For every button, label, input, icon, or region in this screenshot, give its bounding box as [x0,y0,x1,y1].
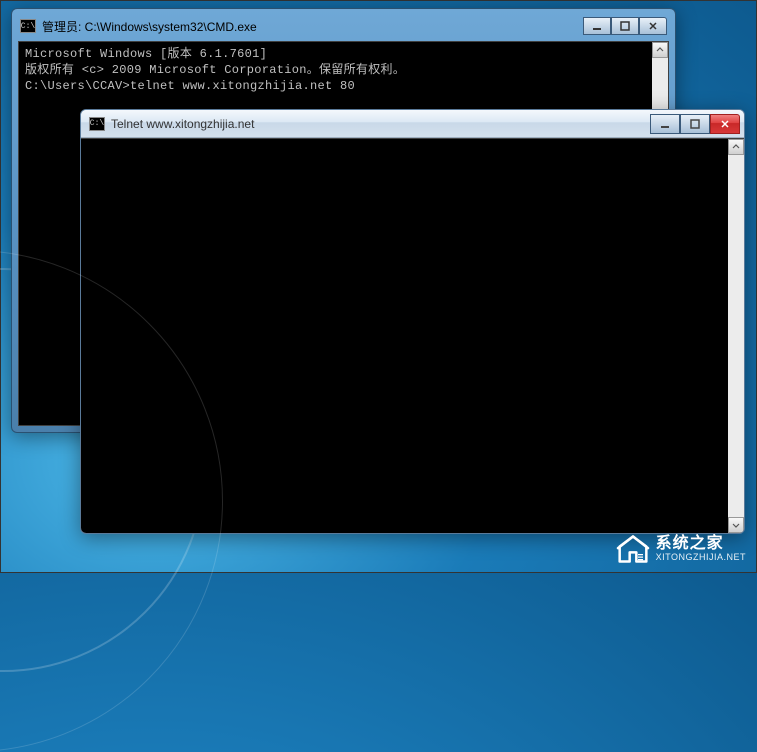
close-icon [720,119,730,129]
minimize-button[interactable] [650,114,680,134]
watermark-en: XITONGZHIJIA.NET [656,553,746,563]
close-button[interactable] [639,17,667,35]
house-logo-icon [616,534,650,564]
cmd-icon: C:\ [20,19,36,33]
maximize-icon [690,119,700,129]
telnet-titlebar[interactable]: C:\ Telnet www.xitongzhijia.net [81,110,744,138]
cmd-icon: C:\ [89,117,105,131]
minimize-icon [660,119,670,129]
chevron-up-icon [656,46,664,54]
close-button[interactable] [710,114,740,134]
scroll-up-button[interactable] [728,139,744,155]
watermark-text: 系统之家 XITONGZHIJIA.NET [656,535,746,562]
telnet-terminal-body[interactable] [81,138,744,533]
telnet-window-title: Telnet www.xitongzhijia.net [111,117,650,131]
watermark: 系统之家 XITONGZHIJIA.NET [616,534,746,564]
telnet-scrollbar[interactable] [728,139,744,533]
chevron-down-icon [732,521,740,529]
cmd-window-title: 管理员: C:\Windows\system32\CMD.exe [42,18,583,35]
minimize-button[interactable] [583,17,611,35]
scroll-down-button[interactable] [728,517,744,533]
telnet-window: C:\ Telnet www.xitongzhijia.net [80,109,745,534]
scroll-track[interactable] [728,155,744,517]
minimize-icon [592,21,602,31]
chevron-up-icon [732,143,740,151]
close-icon [648,21,658,31]
telnet-window-controls [650,114,740,134]
maximize-icon [620,21,630,31]
watermark-cn: 系统之家 [656,535,746,553]
terminal-line: 版权所有 <c> 2009 Microsoft Corporation。保留所有… [25,62,662,78]
maximize-button[interactable] [680,114,710,134]
cmd-window-controls [583,17,667,35]
maximize-button[interactable] [611,17,639,35]
cmd-titlebar[interactable]: C:\ 管理员: C:\Windows\system32\CMD.exe [18,15,669,37]
terminal-line: C:\Users\CCAV>telnet www.xitongzhijia.ne… [25,78,662,94]
terminal-line: Microsoft Windows [版本 6.1.7601] [25,46,662,62]
scroll-up-button[interactable] [652,42,668,58]
